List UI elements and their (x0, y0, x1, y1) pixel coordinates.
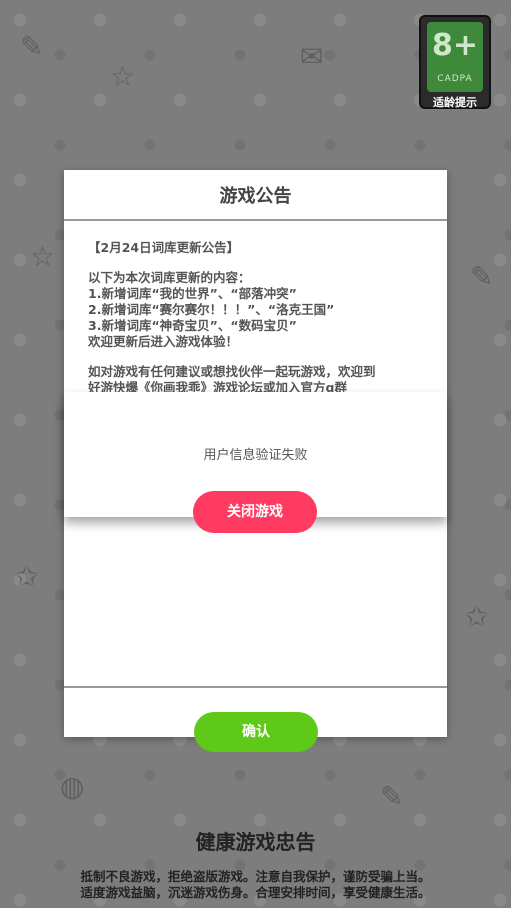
pencil-doodle-icon: ✎ (470, 260, 494, 293)
notice-heading: 【2月24日词库更新公告】 (88, 240, 240, 255)
pencil-doodle-icon: ✎ (20, 30, 44, 63)
globe-doodle-icon: ◍ (60, 770, 85, 803)
star-doodle-icon: ✩ (465, 600, 489, 633)
notice-feedback: 如对游戏有任何建议或想找伙伴一起玩游戏，欢迎到 (88, 364, 376, 379)
alert-message: 用户信息验证失败 (203, 448, 308, 463)
age-rating-panel: 8+ CADPA (427, 22, 483, 92)
age-rating-org: CADPA (437, 74, 473, 84)
health-advice-line: 适度游戏益脑，沉迷游戏伤身。合理安排时间，享受健康生活。 (80, 885, 431, 900)
age-rating-badge: 8+ CADPA 适龄提示 (419, 15, 491, 109)
notice-title: 游戏公告 (219, 186, 292, 207)
health-advice-title: 健康游戏忠告 (195, 830, 316, 854)
notice-item: 3.新增词库“神奇宝贝”、“数码宝贝” (88, 318, 297, 333)
star-doodle-icon: ☆ (30, 240, 56, 273)
star-doodle-icon: ☆ (110, 60, 136, 93)
notice-welcome: 欢迎更新后进入游戏体验！ (88, 334, 239, 349)
notice-title-divider (64, 219, 447, 221)
close-game-button[interactable]: 关闭游戏 (193, 491, 317, 533)
notice-intro: 以下为本次词库更新的内容： (88, 270, 251, 285)
notice-footer-divider (64, 686, 447, 688)
age-rating-number: 8+ (431, 28, 478, 63)
notice-item: 1.新增词库“我的世界”、“部落冲突” (88, 286, 297, 301)
star-doodle-icon: ✩ (15, 560, 39, 593)
notice-item: 2.新增词库“赛尔赛尔！！！”、“洛克王国” (88, 302, 335, 317)
pencil-doodle-icon: ✎ (380, 780, 404, 813)
book-doodle-icon: ✉ (300, 40, 324, 73)
notice-body: 【2月24日词库更新公告】 以下为本次词库更新的内容： 1.新增词库“我的世界”… (88, 240, 433, 396)
age-rating-caption: 适龄提示 (433, 96, 477, 109)
confirm-button[interactable]: 确认 (194, 712, 318, 752)
